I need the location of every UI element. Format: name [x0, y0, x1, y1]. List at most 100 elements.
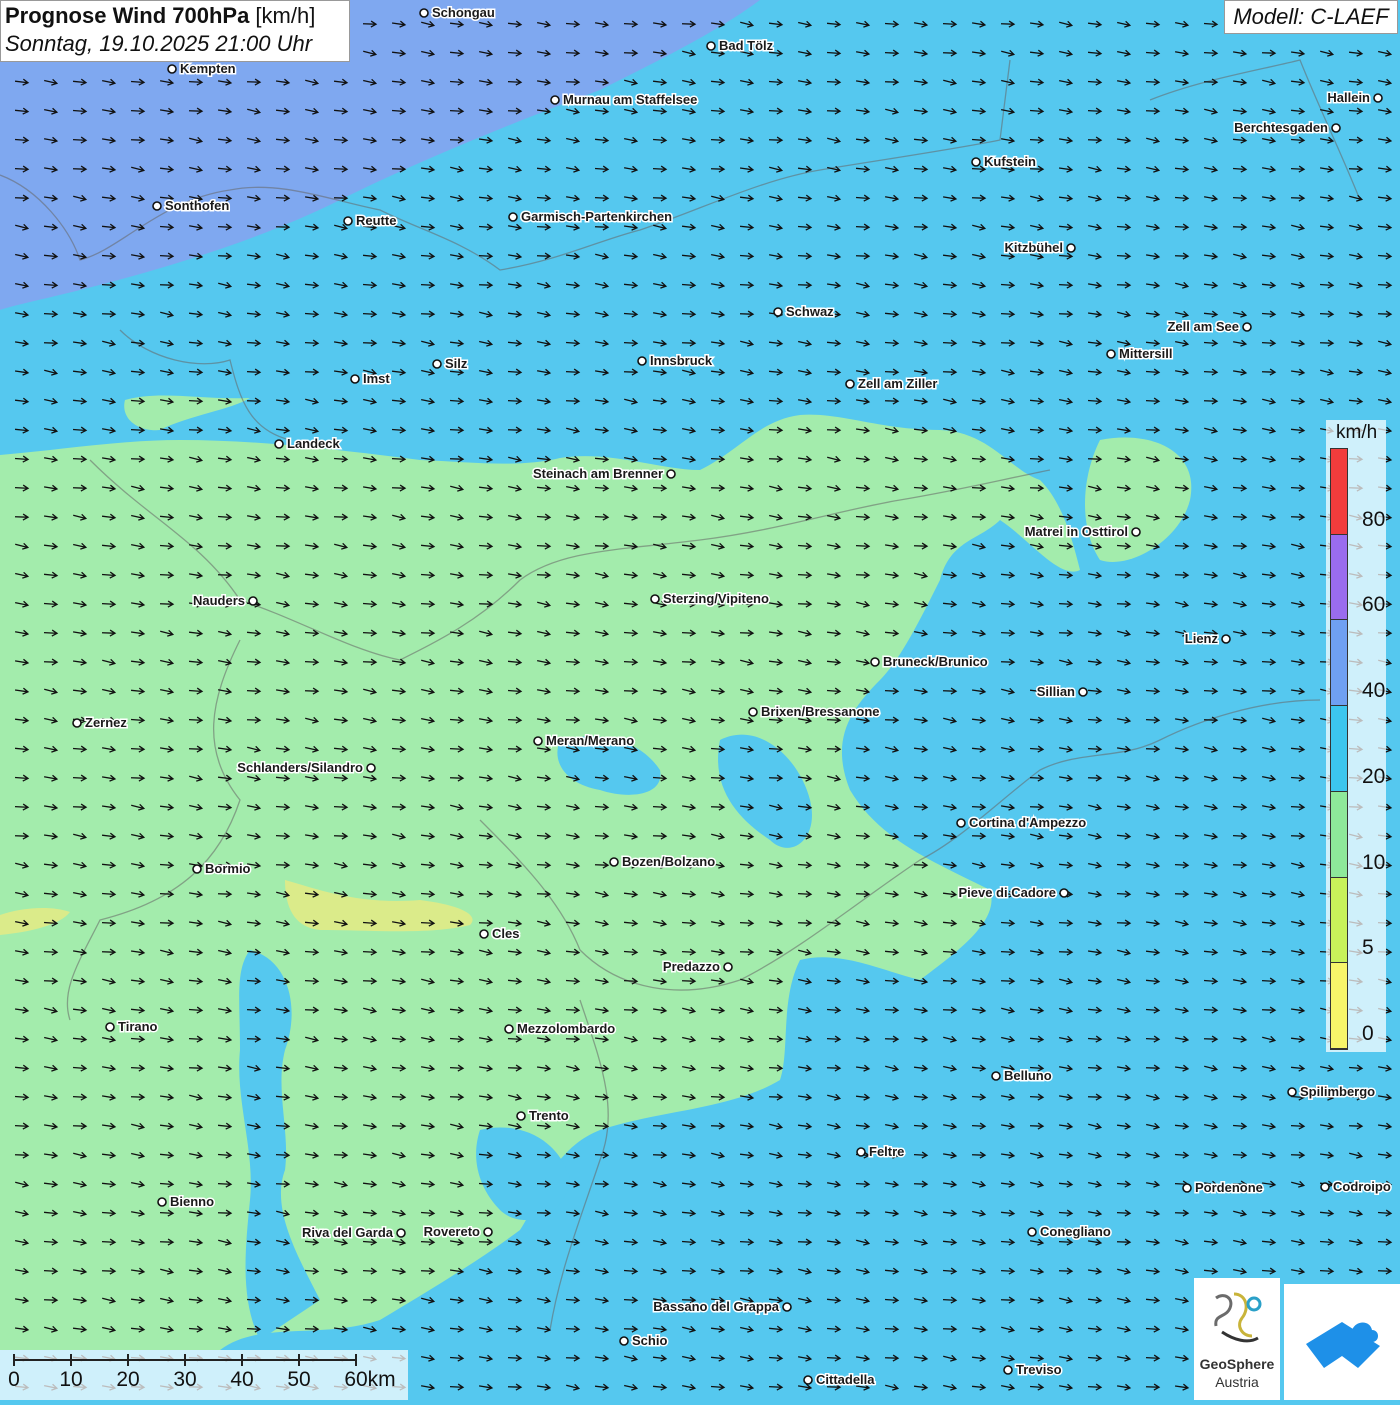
city-label: Spilimbergo	[1300, 1084, 1375, 1099]
scale-label: 60km	[344, 1368, 396, 1391]
color-legend: km/h 0 5 10 20 40 60 80	[1326, 420, 1386, 1052]
city-marker	[666, 469, 676, 479]
legend-tick-label: 60	[1362, 593, 1386, 617]
city-label: Schwaz	[786, 304, 834, 319]
legend-swatch	[1331, 534, 1347, 621]
legend-tick-label: 0	[1362, 1022, 1374, 1045]
city-marker	[419, 8, 429, 18]
city-marker	[991, 1071, 1001, 1081]
city-marker	[157, 1197, 167, 1207]
city-marker	[782, 1302, 792, 1312]
city-marker	[550, 95, 560, 105]
city-label: Schongau	[432, 5, 495, 20]
scale-label: 20	[116, 1368, 140, 1391]
city-label: Nauders	[193, 593, 245, 608]
city-label: Silz	[445, 356, 468, 371]
city-label: Sterzing/Vipiteno	[663, 591, 769, 606]
city-marker	[479, 929, 489, 939]
city-label: Schlanders/Silandro	[237, 760, 363, 775]
city-label: Hallein	[1327, 90, 1370, 105]
city-label: Garmisch-Partenkirchen	[521, 209, 672, 224]
city-marker	[1242, 322, 1252, 332]
city-marker	[956, 818, 966, 828]
city-marker	[1106, 349, 1116, 359]
city-label: Schio	[632, 1333, 667, 1348]
city-marker	[1287, 1087, 1297, 1097]
city-marker	[432, 359, 442, 369]
city-label: Cles	[492, 926, 519, 941]
city-marker	[396, 1228, 406, 1238]
city-marker	[483, 1227, 493, 1237]
legend-swatch	[1331, 791, 1347, 878]
city-label: Bassano del Grappa	[653, 1299, 779, 1314]
map-title: Prognose Wind 700hPa [km/h]	[5, 3, 345, 29]
city-marker	[167, 64, 177, 74]
city-label: Kempten	[180, 61, 236, 76]
cloud-logo-icon	[1306, 1322, 1380, 1368]
scale-label: 30	[173, 1368, 197, 1391]
city-marker	[1221, 634, 1231, 644]
city-label: Bruneck/Brunico	[883, 654, 988, 669]
city-marker	[856, 1147, 866, 1157]
city-label: Bormio	[205, 861, 251, 876]
logo-sub: Austria	[1215, 1374, 1259, 1390]
city-label: Reutte	[356, 213, 396, 228]
city-label: Meran/Merano	[546, 733, 634, 748]
city-label: Murnau am Staffelsee	[563, 92, 697, 107]
city-marker	[1131, 527, 1141, 537]
city-marker	[274, 439, 284, 449]
city-label: Kufstein	[984, 154, 1036, 169]
city-marker	[1059, 888, 1069, 898]
scale-label: 10	[59, 1368, 83, 1391]
scale-label: 50	[287, 1368, 311, 1391]
legend-tick-label: 40	[1362, 679, 1386, 703]
city-label: Pieve di Cadore	[958, 885, 1056, 900]
city-marker	[1320, 1182, 1330, 1192]
city-label: Berchtesgaden	[1234, 120, 1328, 135]
city-label: Riva del Garda	[302, 1225, 394, 1240]
legend-tick-label: 80	[1362, 507, 1386, 531]
city-label: Innsbruck	[650, 353, 713, 368]
city-label: Matrei in Osttirol	[1025, 524, 1128, 539]
legend-tick-label: 20	[1362, 764, 1386, 788]
wind-map[interactable]: Schongau Bad Tölz Kempten Murnau am Staffel…	[0, 0, 1400, 1400]
city-marker	[1003, 1365, 1013, 1375]
city-label: Predazzo	[663, 959, 720, 974]
geosphere-logo-icon	[1214, 1292, 1262, 1343]
city-marker	[773, 307, 783, 317]
legend-swatch	[1331, 963, 1347, 1049]
city-label: Feltre	[869, 1144, 904, 1159]
legend-tick-label: 10	[1362, 850, 1386, 874]
city-label: Bad Tölz	[719, 38, 774, 53]
city-marker	[192, 864, 202, 874]
cloud-logo	[1284, 1284, 1400, 1400]
city-marker	[152, 201, 162, 211]
legend-swatch	[1331, 877, 1347, 964]
geosphere-logo: GeoSphere Austria	[1194, 1278, 1280, 1400]
city-marker	[72, 718, 82, 728]
city-marker	[870, 657, 880, 667]
legend-swatch	[1331, 620, 1347, 707]
city-label: Zell am See	[1167, 319, 1239, 334]
scale-label: 0	[8, 1368, 20, 1391]
legend-unit: km/h	[1336, 422, 1378, 443]
city-marker	[1373, 93, 1383, 103]
city-marker	[504, 1024, 514, 1034]
city-marker	[845, 379, 855, 389]
city-marker	[1078, 687, 1088, 697]
legend-swatch	[1331, 449, 1347, 535]
title-box: Prognose Wind 700hPa [km/h] Sonntag, 19.…	[0, 0, 350, 62]
city-marker	[748, 707, 758, 717]
city-marker	[1331, 123, 1341, 133]
city-marker	[343, 216, 353, 226]
city-marker	[803, 1375, 813, 1385]
model-label: Modell: C-LAEF	[1224, 0, 1398, 34]
city-label: Pordenone	[1195, 1180, 1263, 1195]
map-title-main: Prognose Wind 700hPa	[5, 3, 250, 28]
legend-swatch	[1331, 706, 1347, 792]
city-marker	[533, 736, 543, 746]
city-marker	[248, 596, 258, 606]
city-marker	[609, 857, 619, 867]
city-label: Brixen/Bressanone	[761, 704, 880, 719]
city-marker	[508, 212, 518, 222]
